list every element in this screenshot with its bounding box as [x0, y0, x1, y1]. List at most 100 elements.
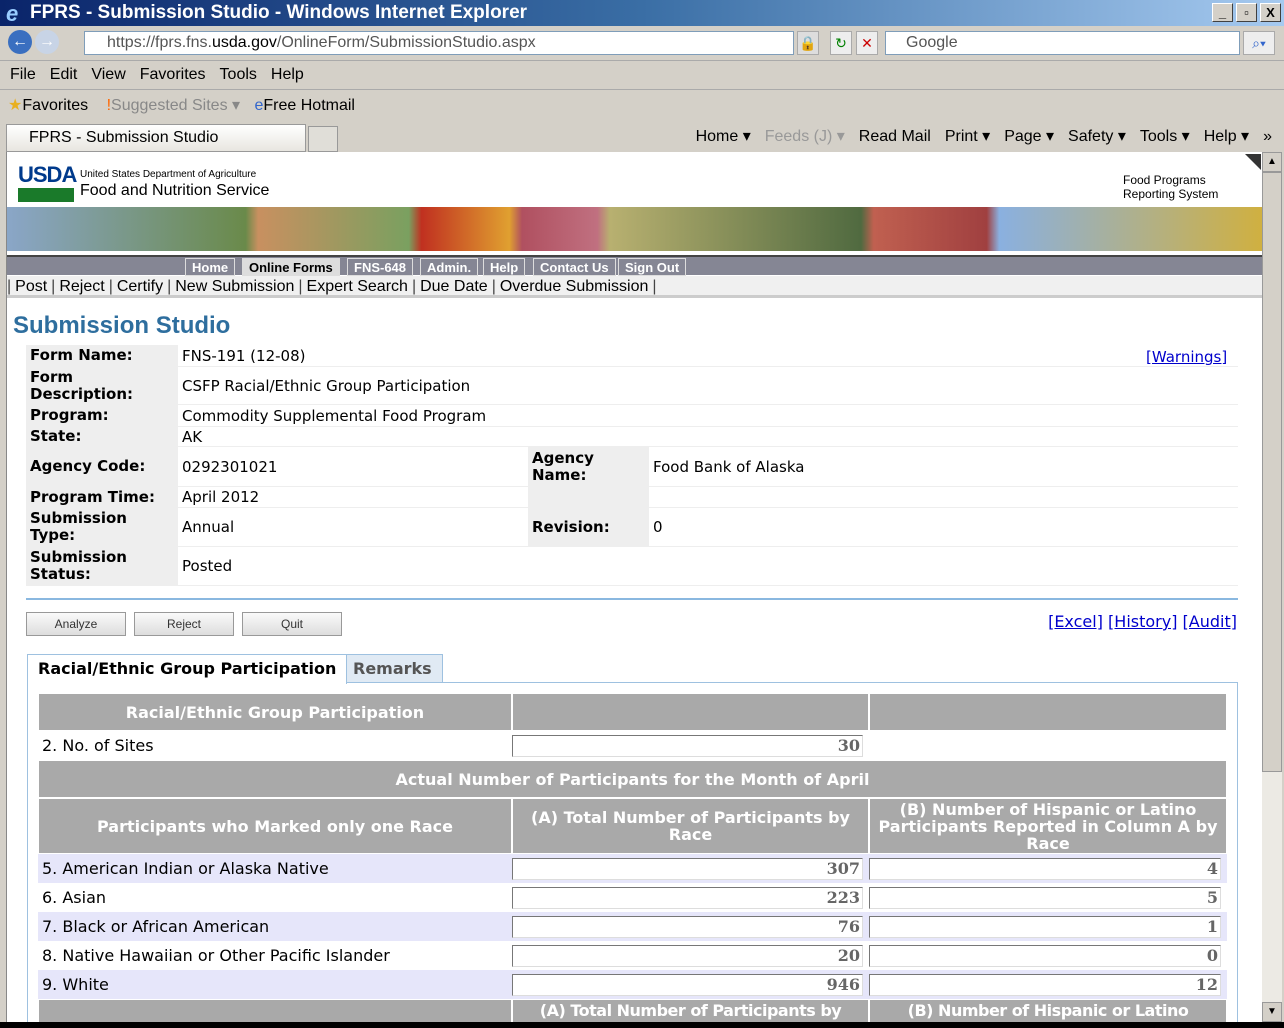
window-title: FPRS - Submission Studio - Windows Inter… — [30, 2, 528, 23]
free-hotmail-link[interactable]: Free Hotmail — [263, 97, 355, 114]
department-name: United States Department of Agriculture — [80, 169, 257, 180]
stop-button[interactable]: ✕ — [856, 31, 878, 55]
hispanic-participants-input[interactable]: 4 — [869, 857, 1221, 880]
quit-button[interactable]: Quit — [242, 612, 342, 636]
agency-code-label: Agency Code: — [26, 447, 178, 487]
nav-contact-us[interactable]: Contact Us — [533, 258, 616, 276]
race-label: 6. Asian — [42, 888, 107, 907]
hispanic-participants-input[interactable]: 12 — [869, 973, 1221, 996]
hispanic-participants-input[interactable]: 5 — [869, 886, 1221, 909]
nav-help[interactable]: Help — [483, 258, 526, 276]
tab-remarks[interactable]: Remarks — [342, 654, 443, 683]
col-race-header: Participants who Marked only one Race — [38, 798, 512, 854]
scroll-thumb[interactable] — [1262, 172, 1282, 772]
hispanic-participants-input[interactable]: 1 — [869, 915, 1221, 938]
nav-sign-out[interactable]: Sign Out — [618, 258, 687, 276]
table-row: 6. Asian 223 5 — [38, 883, 1227, 912]
race-label: 7. Black or African American — [38, 912, 512, 941]
race-label: 5. American Indian or Alaska Native — [38, 854, 512, 883]
divider — [26, 598, 1238, 600]
agency-code-value: 0292301021 — [178, 447, 528, 487]
minimize-button[interactable]: _ — [1212, 3, 1233, 22]
status-bar — [0, 1022, 1284, 1028]
nav-admin[interactable]: Admin. — [420, 258, 479, 276]
total-participants-input[interactable]: 946 — [512, 973, 863, 996]
audit-link[interactable]: [Audit] — [1183, 612, 1237, 631]
menu-favorites[interactable]: Favorites — [140, 66, 206, 83]
history-link[interactable]: [History] — [1108, 612, 1177, 631]
participation-grid: Racial/Ethnic Group Participation 2. No.… — [38, 693, 1227, 1022]
menu-file[interactable]: File — [10, 66, 36, 83]
subnav-new-submission[interactable]: New Submission — [175, 278, 294, 295]
state-value: AK — [178, 427, 1238, 447]
cmd-feeds[interactable]: Feeds (J) ▾ — [765, 128, 845, 145]
menu-help[interactable]: Help — [271, 66, 304, 83]
browser-tab[interactable]: FPRS - Submission Studio — [6, 124, 306, 152]
cmd-page[interactable]: Page ▾ — [1004, 128, 1054, 145]
tab-panel: Racial/Ethnic Group Participation 2. No.… — [27, 682, 1238, 1022]
favorites-bar: ★Favorites !Suggested Sites ▾ eFree Hotm… — [0, 92, 1284, 120]
cmd-more[interactable]: » — [1263, 128, 1272, 145]
menu-view[interactable]: View — [91, 66, 125, 83]
sites-input[interactable]: 30 — [512, 734, 863, 757]
submission-info: Form Name: FNS-191 (12-08) Form Descripti… — [26, 345, 1238, 586]
new-tab-button[interactable] — [308, 126, 338, 152]
restore-button[interactable]: ▫ — [1236, 3, 1257, 22]
lock-icon[interactable]: 🔒 — [797, 31, 819, 55]
subnav-post[interactable]: Post — [15, 278, 47, 295]
subnav-reject[interactable]: Reject — [59, 278, 104, 295]
total-participants-input[interactable]: 307 — [512, 857, 863, 880]
month-header: Actual Number of Participants for the Mo… — [38, 760, 1227, 798]
command-bar: Home ▾ Feeds (J) ▾ Read Mail Print ▾ Page ▾ S… — [682, 126, 1272, 148]
form-name-value: FNS-191 (12-08) — [178, 345, 1238, 367]
submission-type-value: Annual — [178, 508, 528, 547]
cmd-help[interactable]: Help ▾ — [1204, 128, 1249, 145]
hispanic-participants-input[interactable]: 0 — [869, 944, 1221, 967]
back-button[interactable]: ← — [8, 30, 32, 54]
usda-logo: USDA — [18, 162, 77, 187]
favorites-button[interactable]: Favorites — [22, 97, 88, 114]
total-participants-input[interactable]: 20 — [512, 944, 863, 967]
reject-button[interactable]: Reject — [134, 612, 234, 636]
nav-fns-648[interactable]: FNS-648 — [347, 258, 414, 276]
agency-name-label: Agency Name: — [528, 447, 649, 487]
scroll-up-button[interactable]: ▲ — [1262, 152, 1282, 172]
subnav-due-date[interactable]: Due Date — [420, 278, 488, 295]
total-participants-input[interactable]: 76 — [512, 915, 863, 938]
main-nav: Home Online Forms FNS-648 Admin. Help Co… — [7, 255, 1262, 276]
cmd-home[interactable]: Home ▾ — [696, 128, 751, 145]
subnav-expert-search[interactable]: Expert Search — [307, 278, 408, 295]
menu-tools[interactable]: Tools — [220, 66, 257, 83]
cmd-tools[interactable]: Tools ▾ — [1140, 128, 1190, 145]
export-links: [Excel] [History] [Audit] — [1048, 612, 1237, 631]
menu-edit[interactable]: Edit — [50, 66, 78, 83]
total-participants-input[interactable]: 223 — [512, 886, 863, 909]
scroll-down-button[interactable]: ▼ — [1262, 1002, 1282, 1022]
search-input[interactable]: Google — [885, 31, 1240, 55]
menu-bar: File Edit View Favorites Tools Help — [0, 60, 1284, 90]
banner-image — [7, 207, 1262, 251]
refresh-button[interactable]: ↻ — [830, 31, 852, 55]
ie-icon: e — [6, 1, 19, 26]
forward-button[interactable]: → — [35, 30, 59, 54]
subnav-overdue-submission[interactable]: Overdue Submission — [500, 278, 649, 295]
analyze-button[interactable]: Analyze — [26, 612, 126, 636]
program-time-value: April 2012 — [178, 487, 528, 508]
program-time-label: Program Time: — [26, 487, 178, 508]
search-icon[interactable]: ⌕▾ — [1243, 31, 1275, 55]
suggested-sites-link[interactable]: Suggested Sites ▾ — [111, 97, 240, 114]
nav-home[interactable]: Home — [185, 258, 236, 276]
subnav-certify[interactable]: Certify — [117, 278, 163, 295]
address-bar[interactable]: https://fprs.fns.usda.gov/OnlineForm/Sub… — [84, 31, 794, 55]
tab-racial-ethnic[interactable]: Racial/Ethnic Group Participation — [27, 654, 348, 684]
nav-online-forms[interactable]: Online Forms — [242, 258, 340, 276]
race-label: 8. Native Hawaiian or Other Pacific Isla… — [42, 946, 390, 965]
close-button[interactable]: X — [1260, 3, 1281, 22]
submission-type-label: Submission Type: — [26, 508, 178, 547]
cmd-print[interactable]: Print ▾ — [945, 128, 990, 145]
vertical-scrollbar[interactable]: ▲ ▼ — [1262, 152, 1282, 1022]
table-row: 9. White 946 12 — [38, 970, 1227, 999]
cmd-read-mail[interactable]: Read Mail — [859, 128, 931, 145]
cmd-safety[interactable]: Safety ▾ — [1068, 128, 1126, 145]
excel-link[interactable]: [Excel] — [1048, 612, 1103, 631]
